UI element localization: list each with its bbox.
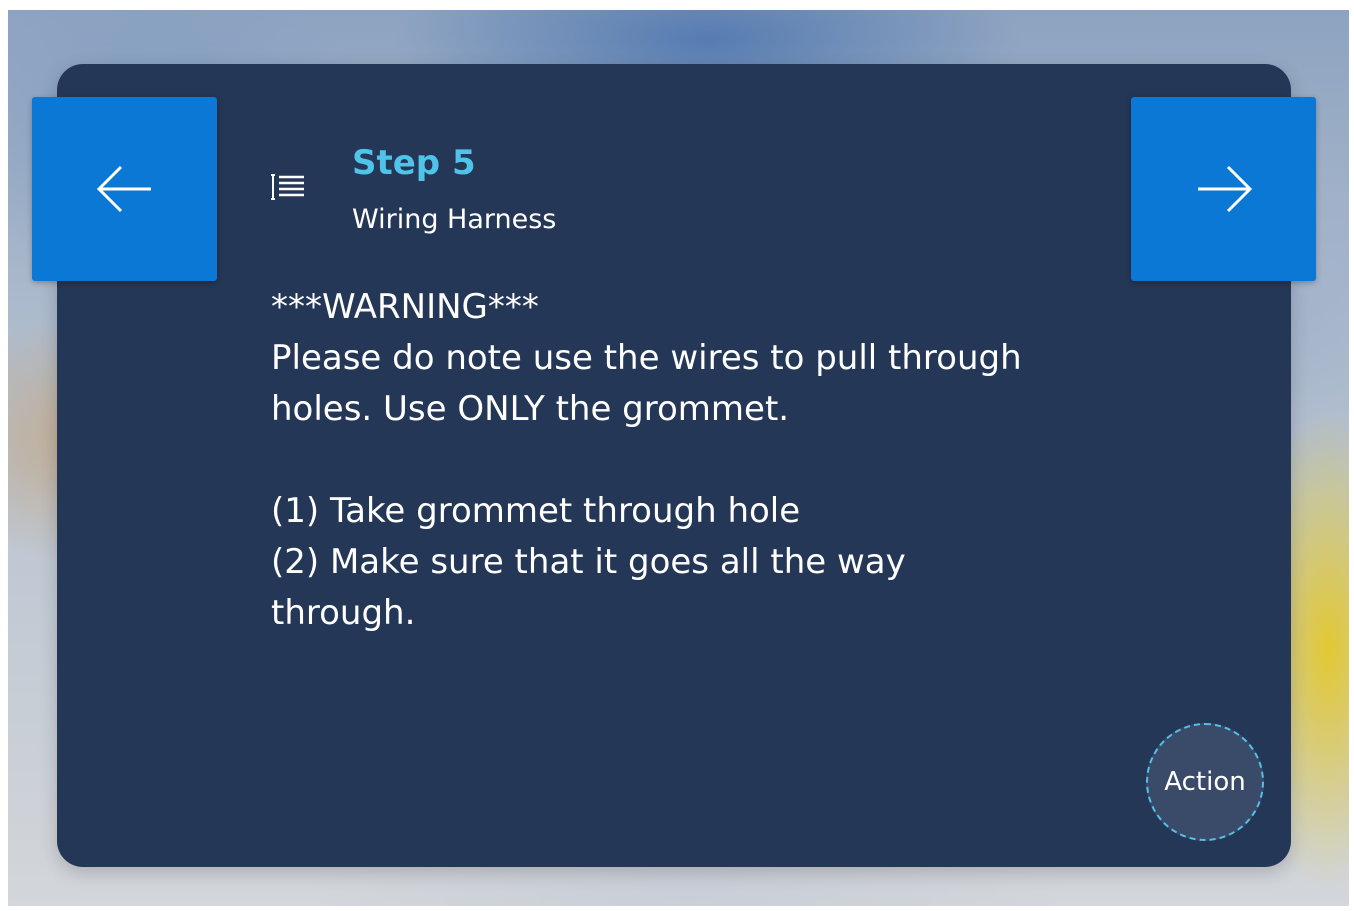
action-button-label: Action <box>1164 767 1246 797</box>
next-step-button[interactable] <box>1131 97 1316 281</box>
step-title: Step 5 <box>352 143 476 183</box>
instruction-line: Please do note use the wires to pull thr… <box>271 338 1022 378</box>
arrow-right-icon <box>1197 165 1252 213</box>
action-button[interactable]: Action <box>1146 723 1264 841</box>
step-list-icon[interactable] <box>270 172 306 202</box>
instruction-text: ***WARNING*** Please do note use the wir… <box>271 282 1091 639</box>
instruction-line: through. <box>271 593 416 633</box>
instruction-line: (1) Take grommet through hole <box>271 491 801 531</box>
step-subtitle: Wiring Harness <box>352 204 557 235</box>
arrow-left-icon <box>96 165 151 213</box>
previous-step-button[interactable] <box>32 97 217 281</box>
instruction-blank-line <box>271 435 1091 486</box>
instruction-line: (2) Make sure that it goes all the way <box>271 542 906 582</box>
instruction-line: holes. Use ONLY the grommet. <box>271 389 790 429</box>
instruction-line: ***WARNING*** <box>271 287 539 327</box>
